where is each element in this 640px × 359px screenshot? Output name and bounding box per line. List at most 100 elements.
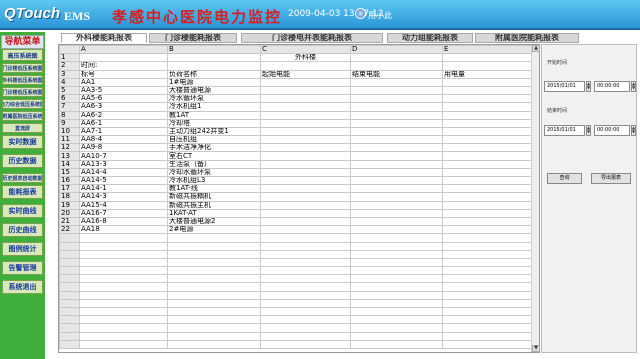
- table-cell[interactable]: 起始电能: [260, 69, 351, 79]
- table-cell[interactable]: [260, 61, 351, 71]
- sidebar-item[interactable]: 门诊楼低压系统图: [2, 63, 43, 73]
- query-button[interactable]: 查询: [547, 173, 582, 184]
- table-cell[interactable]: [79, 266, 168, 276]
- table-cell[interactable]: [260, 102, 351, 112]
- table-cell[interactable]: [79, 249, 168, 259]
- table-cell[interactable]: [79, 331, 168, 341]
- table-cell[interactable]: [79, 274, 168, 284]
- table-cell[interactable]: [350, 77, 443, 87]
- table-cell[interactable]: [260, 192, 351, 202]
- table-cell[interactable]: [260, 94, 351, 104]
- table-cell[interactable]: [442, 159, 533, 169]
- table-cell[interactable]: [260, 323, 351, 333]
- table-cell[interactable]: AA14-5: [79, 175, 168, 186]
- table-cell[interactable]: [442, 339, 533, 349]
- table-cell[interactable]: [167, 61, 261, 71]
- table-cell[interactable]: [79, 257, 168, 268]
- table-cell[interactable]: 教1AT-线: [167, 184, 261, 194]
- report-spreadsheet[interactable]: ABCDE 1 外科楼 2 时间: 3 标号 负荷名称 起始电能 结束电能 用电量 4 AA1 1#电源…: [58, 44, 540, 353]
- table-cell[interactable]: [260, 216, 351, 227]
- table-cell[interactable]: 大楼普通电源: [167, 85, 261, 96]
- table-cell[interactable]: [442, 315, 533, 325]
- table-cell[interactable]: [350, 290, 443, 300]
- table-cell[interactable]: AA10-7: [79, 151, 168, 161]
- table-cell[interactable]: [350, 331, 443, 341]
- table-cell[interactable]: 室右CT: [167, 151, 261, 161]
- table-cell[interactable]: [167, 266, 261, 276]
- table-cell[interactable]: AA3-5: [79, 85, 168, 96]
- end-time-input[interactable]: 00:00:00: [594, 125, 630, 136]
- table-cell[interactable]: [79, 298, 168, 309]
- table-cell[interactable]: 1KAT-AT: [167, 208, 261, 218]
- table-cell[interactable]: [442, 175, 533, 186]
- table-cell[interactable]: [442, 167, 533, 178]
- table-cell[interactable]: [442, 257, 533, 268]
- table-cell[interactable]: 2#电源: [167, 225, 261, 235]
- table-cell[interactable]: 用电量: [442, 69, 533, 79]
- sidebar-item[interactable]: 直流屏: [2, 123, 43, 133]
- table-cell[interactable]: [442, 151, 533, 161]
- table-cell[interactable]: [442, 200, 533, 210]
- table-cell[interactable]: [167, 331, 261, 341]
- table-cell[interactable]: AA14-4: [79, 167, 168, 178]
- table-cell[interactable]: [442, 61, 533, 71]
- table-cell[interactable]: [260, 315, 351, 325]
- sidebar-item[interactable]: 图例统计: [2, 242, 43, 256]
- sidebar-item[interactable]: 实时数据: [2, 135, 43, 149]
- table-cell[interactable]: [260, 306, 351, 317]
- table-cell[interactable]: [260, 282, 351, 292]
- table-cell[interactable]: AA7-1: [79, 126, 168, 137]
- scroll-up-icon[interactable]: ▲: [532, 45, 540, 52]
- table-cell[interactable]: [167, 233, 261, 243]
- scroll-down-icon[interactable]: ▼: [532, 345, 540, 352]
- table-cell[interactable]: [350, 241, 443, 251]
- table-cell[interactable]: [442, 192, 533, 202]
- table-cell[interactable]: [260, 167, 351, 178]
- table-cell[interactable]: [260, 110, 351, 120]
- table-cell[interactable]: [442, 331, 533, 341]
- table-cell[interactable]: [167, 282, 261, 292]
- table-cell[interactable]: 冷水机组L3: [167, 175, 261, 186]
- sidebar-item[interactable]: 告警管理: [2, 261, 43, 275]
- table-cell[interactable]: [350, 126, 443, 137]
- table-cell[interactable]: 外科楼: [260, 53, 351, 63]
- sidebar-item[interactable]: 能耗报表: [2, 185, 43, 199]
- table-cell[interactable]: 冷却水循环泵: [167, 167, 261, 178]
- start-date-spinner[interactable]: ▲ ▼: [586, 81, 591, 92]
- table-cell[interactable]: [167, 339, 261, 349]
- table-cell[interactable]: [260, 331, 351, 341]
- start-time-spinner[interactable]: ▲ ▼: [631, 81, 636, 92]
- table-cell[interactable]: AA1: [79, 77, 168, 87]
- user-name[interactable]: 用小此: [368, 10, 392, 21]
- table-cell[interactable]: 时间:: [79, 61, 168, 71]
- tab[interactable]: 附属医院能耗报表: [475, 33, 579, 43]
- table-cell[interactable]: [442, 85, 533, 96]
- table-cell[interactable]: [442, 290, 533, 300]
- table-cell[interactable]: AA14-1: [79, 184, 168, 194]
- table-cell[interactable]: [442, 249, 533, 259]
- table-cell[interactable]: [260, 266, 351, 276]
- table-cell[interactable]: [167, 241, 261, 251]
- table-cell[interactable]: [260, 143, 351, 153]
- table-cell[interactable]: [442, 184, 533, 194]
- table-cell[interactable]: [260, 175, 351, 186]
- table-cell[interactable]: [350, 192, 443, 202]
- table-cell[interactable]: [350, 216, 443, 227]
- table-cell[interactable]: [442, 77, 533, 87]
- table-cell[interactable]: [260, 225, 351, 235]
- table-cell[interactable]: [442, 118, 533, 128]
- table-cell[interactable]: [260, 184, 351, 194]
- table-cell[interactable]: 负荷名称: [167, 69, 261, 79]
- table-cell[interactable]: AA8-4: [79, 135, 168, 145]
- table-cell[interactable]: [79, 315, 168, 325]
- table-cell[interactable]: [442, 241, 533, 251]
- table-cell[interactable]: [260, 241, 351, 251]
- table-cell[interactable]: [167, 323, 261, 333]
- table-cell[interactable]: [350, 159, 443, 169]
- table-cell[interactable]: [442, 323, 533, 333]
- table-cell[interactable]: [442, 306, 533, 317]
- table-cell[interactable]: [79, 282, 168, 292]
- table-cell[interactable]: AA6-3: [79, 102, 168, 112]
- table-cell[interactable]: [442, 53, 533, 63]
- table-cell[interactable]: [350, 315, 443, 325]
